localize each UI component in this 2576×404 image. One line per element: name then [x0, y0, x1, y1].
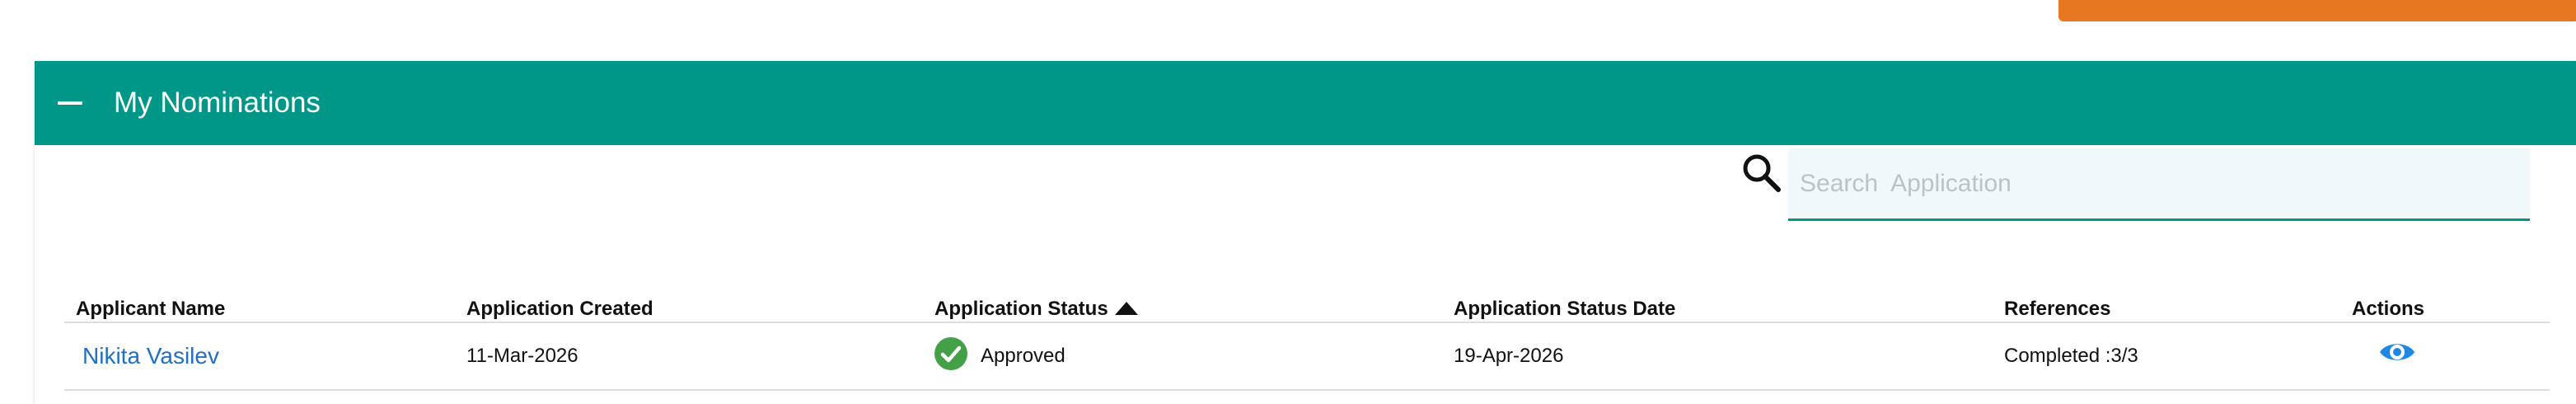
column-header-actions: Actions: [2352, 298, 2425, 320]
panel-title: My Nominations: [114, 87, 321, 119]
check-circle-icon: [934, 336, 967, 370]
column-header-application-created[interactable]: Application Created: [466, 267, 653, 322]
search-application-input[interactable]: [1788, 148, 2530, 221]
sort-ascending-icon[interactable]: [1114, 301, 1138, 315]
status-date-cell: 19-Apr-2026: [1454, 345, 1564, 367]
references-cell: Completed :3/3: [2004, 345, 2138, 367]
search-icon: [1743, 154, 1781, 192]
view-eye-icon[interactable]: [2378, 338, 2416, 366]
nominations-panel: My Nominations Applicant Name Applicatio…: [35, 61, 2576, 404]
panel-header[interactable]: My Nominations: [35, 61, 2576, 145]
application-status-cell: Approved: [934, 323, 1066, 389]
collapse-minus-icon[interactable]: [58, 101, 82, 105]
column-header-applicant-name[interactable]: Applicant Name: [76, 267, 225, 322]
applicant-name-link[interactable]: Nikita Vasilev: [82, 343, 219, 369]
top-action-button[interactable]: [2058, 0, 2576, 21]
table-row: Nikita Vasilev 11-Mar-2026 Approved 19-A…: [64, 323, 2550, 391]
table-header-row: Applicant Name Application Created Appli…: [64, 267, 2550, 323]
status-text: Approved: [981, 345, 1066, 367]
application-created-cell: 11-Mar-2026: [466, 345, 578, 367]
column-header-references[interactable]: References: [2004, 267, 2110, 322]
column-header-application-status-date[interactable]: Application Status Date: [1454, 267, 1675, 322]
column-header-label: Application Status: [934, 298, 1108, 320]
column-header-application-status[interactable]: Application Status: [934, 267, 1138, 322]
